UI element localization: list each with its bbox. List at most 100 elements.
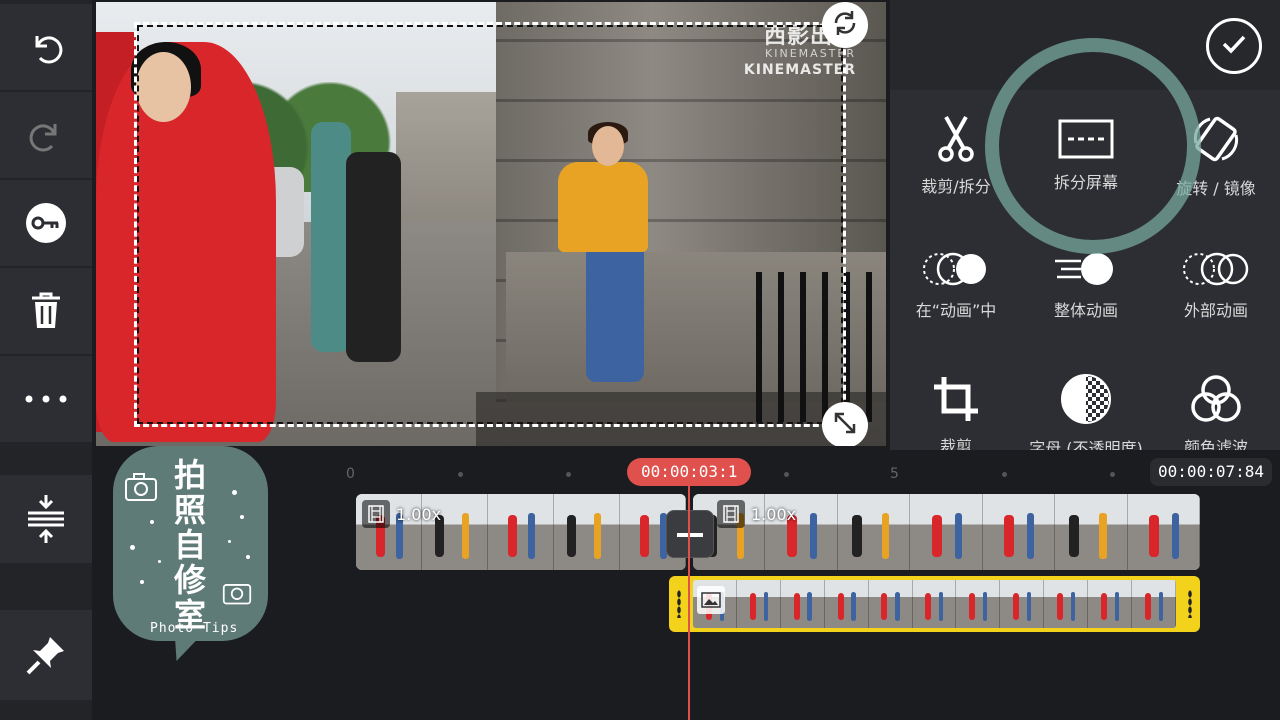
sticker-dot — [228, 540, 231, 543]
tool-color-filter[interactable]: 颜色滤波 — [1152, 352, 1280, 450]
crop-icon — [932, 375, 980, 423]
rotate-handle[interactable] — [822, 2, 868, 48]
clip-thumbnail — [910, 494, 983, 570]
ruler-dot — [784, 472, 789, 477]
ruler-dot — [1002, 472, 1007, 477]
alpha-opacity-icon — [1060, 373, 1112, 425]
sticker-dot — [140, 580, 144, 584]
split-screen-icon — [1058, 119, 1114, 159]
video-preview[interactable]: 西影出品 KINEMASTER KINEMASTER — [96, 2, 886, 446]
logo-char: 自 — [173, 526, 206, 564]
timeline-height-icon — [25, 493, 67, 545]
tool-split-screen[interactable]: 拆分屏幕 — [1022, 92, 1150, 220]
layer-thumbnail — [736, 580, 781, 628]
tool-label: 整体动画 — [1053, 301, 1118, 320]
pin-button[interactable] — [0, 610, 92, 700]
layer-trim-handle-right[interactable] — [1188, 590, 1192, 618]
pin-icon — [24, 633, 68, 677]
layer-thumbnail — [1132, 580, 1176, 628]
resize-handle[interactable] — [822, 402, 868, 446]
ruler-label: 5 — [890, 466, 899, 482]
ruler-dot — [1110, 472, 1115, 477]
undo-button[interactable] — [0, 4, 92, 90]
layer-thumbnails — [693, 580, 1176, 628]
rotate-mirror-icon — [1190, 113, 1242, 165]
keyframe-button[interactable] — [0, 180, 92, 266]
overall-animation-icon — [1051, 251, 1121, 287]
delete-button[interactable] — [0, 268, 92, 354]
clip-speed-label: 1.00x — [362, 500, 441, 528]
video-clip-1[interactable]: 1.00x — [356, 494, 686, 570]
tool-label: 拆分屏幕 — [1053, 173, 1118, 192]
more-button[interactable] — [0, 356, 92, 442]
timeline-height-button[interactable] — [0, 475, 92, 563]
confirm-button[interactable] — [1206, 18, 1262, 74]
keyframe-icon — [24, 201, 68, 245]
logo-char: 照 — [173, 491, 206, 529]
timeline[interactable]: 0 5 00:00:03:1 00:00:07:84 1.00x 1.00x — [96, 452, 1280, 720]
layer-thumbnail — [956, 580, 1001, 628]
clip-thumbnail — [488, 494, 554, 570]
tool-label: 外部动画 — [1183, 301, 1248, 320]
tool-label: 字母 (不透明度) — [1029, 439, 1143, 450]
clip-thumbnail — [1055, 494, 1128, 570]
sticker-dot — [240, 515, 244, 519]
tools-panel: 裁剪/拆分 拆分屏幕 旋转 / 镜像 在“动画”中 整体动画 外部动画 裁剪 字… — [890, 0, 1280, 450]
video-clip-2[interactable]: 1.00x — [693, 494, 1200, 570]
tool-alpha[interactable]: 字母 (不透明度) — [1022, 352, 1150, 450]
tool-overall-animation[interactable]: 整体动画 — [1022, 222, 1150, 350]
logo-subtitle: Photo Tips — [150, 621, 239, 636]
layer-thumbnail — [824, 580, 869, 628]
undo-icon — [25, 26, 67, 68]
clip-thumbnail — [837, 494, 911, 570]
color-filter-icon — [1189, 374, 1243, 424]
layer-thumbnail — [1044, 580, 1089, 628]
logo-char: 修 — [173, 561, 206, 599]
tool-label: 裁剪/拆分 — [921, 177, 991, 196]
tool-label: 旋转 / 镜像 — [1176, 179, 1256, 198]
sticker-dot — [150, 520, 154, 524]
logo-char: 拍 — [173, 456, 206, 494]
redo-icon — [25, 114, 67, 156]
redo-button[interactable] — [0, 92, 92, 178]
clip-thumbnail — [554, 494, 620, 570]
tool-label: 在“动画”中 — [915, 301, 997, 320]
tool-trim-split[interactable]: 裁剪/拆分 — [892, 92, 1020, 220]
clip-thumbnail — [982, 494, 1056, 570]
sticker-dot — [232, 490, 237, 495]
transition-icon — [675, 525, 705, 544]
tool-rotate-mirror[interactable]: 旋转 / 镜像 — [1152, 92, 1280, 220]
playhead[interactable] — [688, 482, 690, 720]
more-icon — [23, 393, 69, 405]
total-duration: 00:00:07:84 — [1150, 458, 1272, 486]
in-animation-icon — [921, 251, 991, 287]
out-animation-icon — [1181, 251, 1251, 287]
tool-crop[interactable]: 裁剪 — [892, 352, 1020, 450]
resize-icon — [830, 408, 860, 442]
layer-trim-handle-left[interactable] — [677, 590, 681, 618]
left-toolbar — [0, 0, 92, 720]
camera-doodle-icon — [222, 578, 252, 610]
layer-thumbnail — [1088, 580, 1133, 628]
kinemaster-editor: 西影出品 KINEMASTER KINEMASTER 裁剪/拆分 拆分屏幕 旋转… — [0, 0, 1280, 720]
film-icon — [717, 500, 745, 528]
sticker-dot — [130, 545, 135, 550]
rotate-icon — [830, 8, 860, 42]
sticker-dot — [246, 555, 250, 559]
tool-label: 颜色滤波 — [1183, 438, 1248, 450]
ruler-dot — [458, 472, 463, 477]
tool-out-animation[interactable]: 外部动画 — [1152, 222, 1280, 350]
image-layer-clip[interactable] — [669, 576, 1200, 632]
trash-icon — [28, 290, 64, 332]
film-icon — [362, 500, 390, 528]
transition-button[interactable] — [666, 510, 714, 558]
ruler-dot — [566, 472, 571, 477]
tool-label: 裁剪 — [939, 437, 972, 450]
tool-in-animation[interactable]: 在“动画”中 — [892, 222, 1020, 350]
layer-bounding-box[interactable] — [134, 22, 846, 427]
layer-thumbnail — [912, 580, 957, 628]
logo-title: 拍 照 自 修 室 — [170, 458, 210, 633]
image-icon — [697, 586, 725, 614]
clip-speed: 1.00x — [751, 504, 797, 524]
ruler-label: 0 — [346, 466, 355, 482]
